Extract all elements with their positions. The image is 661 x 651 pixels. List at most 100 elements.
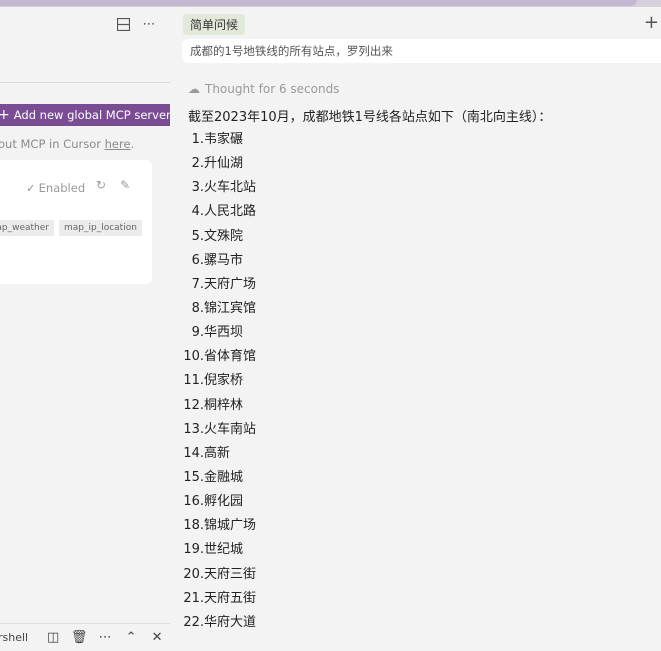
station-list-item: 20. 天府三街 <box>170 563 661 587</box>
station-list-item: 15. 金融城 <box>170 466 661 490</box>
station-number: 20. <box>183 566 204 582</box>
station-number: 2. <box>191 156 204 172</box>
station-name: 华西坝 <box>204 325 244 341</box>
station-list-item: 5. 文殊院 <box>170 225 661 249</box>
station-name: 人民北路 <box>204 204 257 220</box>
station-name: 火车北站 <box>204 180 257 196</box>
station-list-item: 10. 省体育馆 <box>170 345 661 369</box>
station-list-item: 2. 升仙湖 <box>170 152 661 176</box>
station-list-item: 6. 骡马市 <box>170 249 661 273</box>
thought-indicator[interactable]: ☁ Thought for 6 seconds <box>188 82 339 96</box>
station-list-item: 18. 锦城广场 <box>170 514 661 538</box>
station-number: 8. <box>191 300 204 316</box>
thought-label: Thought for 6 seconds <box>205 82 340 96</box>
station-name: 锦江宾馆 <box>204 300 257 316</box>
station-name: 高新 <box>204 445 231 461</box>
station-name: 天府五街 <box>204 590 257 606</box>
close-icon[interactable]: ✕ <box>144 630 170 645</box>
station-name: 世纪城 <box>204 542 244 558</box>
station-list-item: 3. 火车北站 <box>170 176 661 200</box>
new-chat-icon[interactable]: + <box>644 14 659 32</box>
mcp-settings-panel: ⋯ + Add new global MCP server out MCP in… <box>0 7 177 645</box>
answer-intro: 截至2023年10月，成都地铁1号线各站点如下（南北向主线）： <box>188 110 552 125</box>
plus-icon: + <box>0 107 10 123</box>
station-list-item: 1. 韦家碾 <box>170 128 661 152</box>
station-number: 13. <box>183 421 204 437</box>
brain-icon: ☁ <box>188 82 200 96</box>
station-number: 10. <box>183 349 204 365</box>
station-number: 1. <box>191 132 204 147</box>
add-global-mcp-server-button[interactable]: + Add new global MCP server <box>0 104 177 126</box>
station-list-item: 16. 孵化园 <box>170 490 661 514</box>
add-mcp-label: Add new global MCP server <box>13 108 171 122</box>
shell-label[interactable]: rshell <box>0 631 28 644</box>
station-list-item: 14. 高新 <box>170 442 661 466</box>
tool-tag-weather: map_weather <box>0 220 54 236</box>
station-number: 11. <box>183 373 204 389</box>
station-number: 4. <box>191 204 204 220</box>
station-name: 韦家碾 <box>204 132 244 147</box>
station-name: 倪家桥 <box>204 373 244 389</box>
terminal-bottom-bar: rshell ◫ 🗑 ⋯ ⌃ ✕ <box>0 623 170 651</box>
split-layout-icon[interactable] <box>116 17 130 31</box>
station-name: 火车南站 <box>204 421 257 437</box>
tool-tags: map_weather map_ip_location <box>0 220 142 236</box>
learn-text: out MCP in Cursor <box>0 137 105 151</box>
station-list-item: 19. 世纪城 <box>170 538 661 562</box>
refresh-icon[interactable]: ↻ <box>96 178 106 192</box>
station-number: 15. <box>183 469 204 485</box>
edit-icon[interactable]: ✎ <box>120 178 130 192</box>
station-number: 7. <box>191 276 204 292</box>
enabled-status[interactable]: ✓ Enabled <box>26 181 85 195</box>
learn-more-text: out MCP in Cursor here. <box>0 137 134 151</box>
panel-divider <box>0 82 170 83</box>
station-name: 省体育馆 <box>204 349 257 365</box>
station-name: 文殊院 <box>204 228 244 244</box>
station-name: 天府广场 <box>204 276 257 292</box>
station-name: 桐梓林 <box>204 397 244 413</box>
split-terminal-icon[interactable]: ◫ <box>40 630 66 645</box>
more-options-icon[interactable]: ⋯ <box>142 17 156 32</box>
chat-title-chip[interactable]: 简单问候 <box>183 14 246 35</box>
station-number: 12. <box>183 397 204 413</box>
enabled-label: Enabled <box>38 181 86 195</box>
card-actions: ↻ ✎ <box>96 178 130 192</box>
station-number: 5. <box>191 228 204 244</box>
chat-panel: 简单问候 + 成都的1号地铁线的所有站点，罗列出来 ☁ Thought for … <box>170 7 661 644</box>
station-list-item: 13. 火车南站 <box>170 418 661 442</box>
tool-tag-ip-location: map_ip_location <box>59 220 142 236</box>
trash-icon[interactable]: 🗑 <box>66 630 92 645</box>
station-number: 9. <box>191 325 204 341</box>
top-bar-accent <box>0 0 637 6</box>
station-list: 1. 韦家碾 2. 升仙湖 3. 火车北站 4. 人民北路 5. 文殊院 6. 骡马市 7. 天府广场 8.… <box>170 128 661 635</box>
station-number: 22. <box>183 614 204 630</box>
station-list-item: 7. 天府广场 <box>170 273 661 297</box>
chevron-up-icon[interactable]: ⌃ <box>118 630 144 645</box>
station-list-item: 9. 华西坝 <box>170 321 661 345</box>
station-number: 21. <box>183 590 204 606</box>
station-list-item: 4. 人民北路 <box>170 200 661 224</box>
station-list-item: 11. 倪家桥 <box>170 369 661 393</box>
station-name: 锦城广场 <box>204 518 257 534</box>
station-number: 6. <box>191 252 204 268</box>
more-icon[interactable]: ⋯ <box>92 630 118 645</box>
panel-header-icons: ⋯ <box>116 17 156 32</box>
station-number: 18. <box>183 518 204 534</box>
learn-more-link[interactable]: here <box>105 137 131 151</box>
station-number: 19. <box>183 542 204 558</box>
user-prompt-text: 成都的1号地铁线的所有站点，罗列出来 <box>190 44 393 58</box>
window-top-bar <box>0 0 661 7</box>
mcp-server-card: ✓ Enabled ↻ ✎ map_weather map_ip_locatio… <box>0 160 152 284</box>
station-number: 14. <box>183 445 204 461</box>
station-number: 16. <box>183 494 204 510</box>
station-name: 升仙湖 <box>204 156 244 172</box>
station-name: 金融城 <box>204 469 244 485</box>
learn-suffix: . <box>130 137 135 151</box>
station-list-item: 22. 华府大道 <box>170 611 661 635</box>
station-name: 孵化园 <box>204 494 244 510</box>
station-name: 华府大道 <box>204 614 257 630</box>
user-prompt-bubble: 成都的1号地铁线的所有站点，罗列出来 <box>182 39 661 63</box>
station-name: 天府三街 <box>204 566 257 582</box>
station-list-item: 21. 天府五街 <box>170 587 661 611</box>
station-list-item: 12. 桐梓林 <box>170 394 661 418</box>
